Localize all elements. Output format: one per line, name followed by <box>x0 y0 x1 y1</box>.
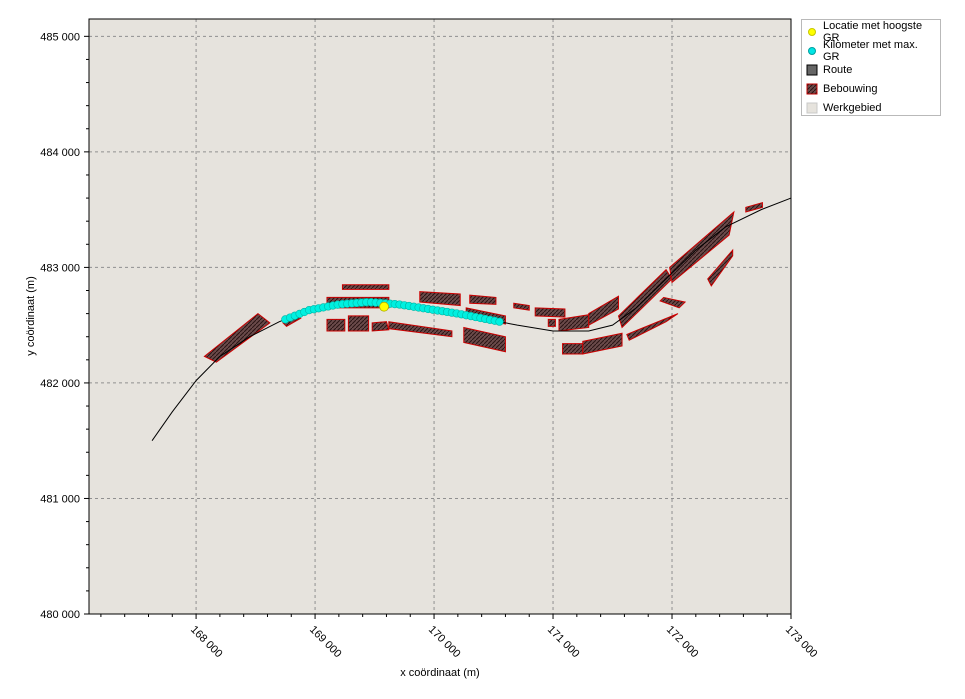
square-icon <box>806 102 818 114</box>
building <box>347 315 370 332</box>
building <box>547 318 556 327</box>
building <box>534 307 566 318</box>
y-axis-title: y coördinaat (m) <box>25 276 37 355</box>
x-tick-label: 172 000 <box>664 624 701 661</box>
kilometer-marker <box>495 317 504 326</box>
x-tick-label: 173 000 <box>783 624 820 661</box>
highest-gr-location-layer <box>379 301 389 312</box>
y-tick-label: 482 000 <box>40 378 80 390</box>
building <box>562 343 584 355</box>
x-tick-label: 169 000 <box>307 624 344 661</box>
legend: Locatie met hoogste GR Kilometer met max… <box>801 19 941 116</box>
legend-item-work-area: Werkgebied <box>806 98 936 117</box>
circle-icon <box>806 26 818 38</box>
legend-label: Bebouwing <box>823 82 878 95</box>
y-tick-label: 483 000 <box>40 262 80 274</box>
x-tick-label: 168 000 <box>188 624 225 661</box>
building <box>371 321 390 332</box>
legend-label: Werkgebied <box>823 101 882 114</box>
y-tick-label: 484 000 <box>40 147 80 159</box>
building <box>341 284 390 290</box>
circle-icon <box>806 45 818 57</box>
plot-background <box>89 19 791 614</box>
hatched-square-icon <box>806 83 818 95</box>
legend-label: Kilometer met max. GR <box>823 38 918 63</box>
x-axis-title: x coördinaat (m) <box>400 667 479 679</box>
y-tick-label: 485 000 <box>40 31 80 43</box>
y-tick-label: 480 000 <box>40 609 80 621</box>
x-tick-label: 171 000 <box>545 624 582 661</box>
x-tick-label: 170 000 <box>426 624 463 661</box>
legend-item-buildings: Bebouwing <box>806 79 936 98</box>
legend-item-route: Route <box>806 60 936 79</box>
y-tick-label: 481 000 <box>40 493 80 505</box>
square-icon <box>806 64 818 76</box>
building <box>326 318 346 332</box>
highest-gr-marker <box>379 301 389 312</box>
legend-label: Route <box>823 63 853 76</box>
legend-item-max-gr-kilometer: Kilometer met max. GR <box>806 38 936 63</box>
